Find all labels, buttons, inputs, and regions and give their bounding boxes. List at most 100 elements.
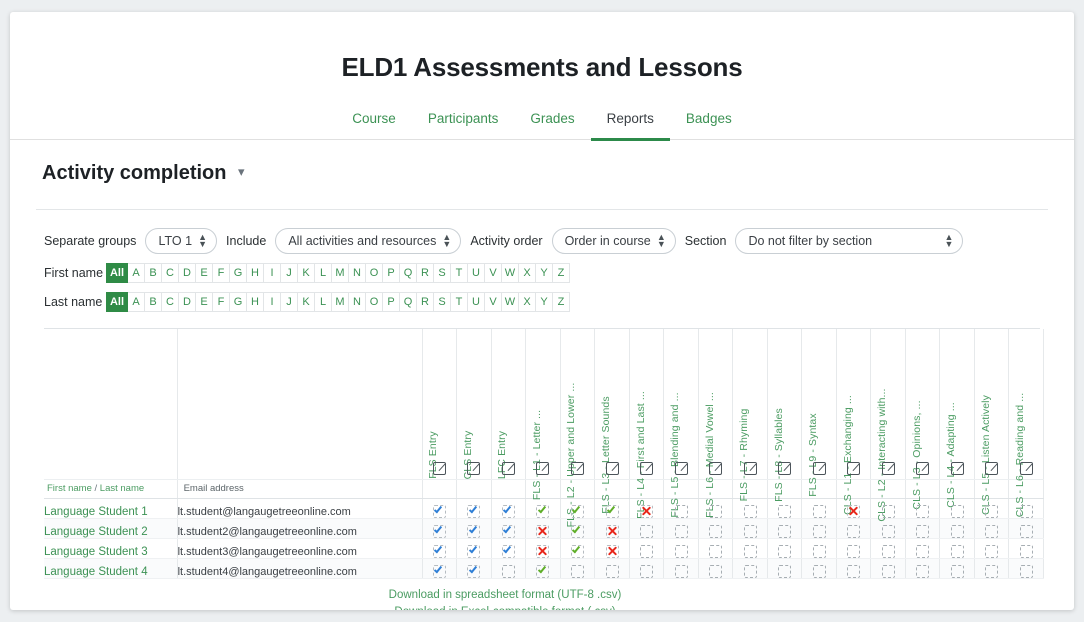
completion-cell[interactable] — [560, 558, 596, 579]
last-name-letter-q[interactable]: Q — [400, 292, 417, 312]
first-name-letter-z[interactable]: Z — [553, 263, 570, 283]
completion-cell[interactable] — [836, 558, 872, 579]
first-name-letter-s[interactable]: S — [434, 263, 451, 283]
completion-cell[interactable] — [870, 558, 906, 579]
first-name-letter-u[interactable]: U — [468, 263, 485, 283]
last-name-letter-h[interactable]: H — [247, 292, 264, 312]
completion-cell[interactable] — [801, 518, 837, 539]
last-name-letter-w[interactable]: W — [502, 292, 519, 312]
last-name-letter-t[interactable]: T — [451, 292, 468, 312]
completion-cell[interactable] — [1008, 558, 1044, 579]
first-name-sort-link[interactable]: First name — [47, 483, 92, 494]
last-name-letter-e[interactable]: E — [196, 292, 213, 312]
separate-groups-select[interactable]: LTO 1 ▲ ▼ — [145, 228, 218, 254]
first-name-letter-b[interactable]: B — [145, 263, 162, 283]
completion-cell[interactable] — [525, 538, 561, 559]
completion-cell[interactable] — [732, 558, 768, 579]
completion-cell[interactable] — [456, 518, 492, 539]
first-name-letter-k[interactable]: K — [298, 263, 315, 283]
first-name-letter-g[interactable]: G — [230, 263, 247, 283]
last-name-letter-x[interactable]: X — [519, 292, 536, 312]
completion-cell[interactable] — [629, 538, 665, 559]
activity-column-header[interactable]: FLS - L8 - Syllables — [767, 329, 803, 501]
completion-cell[interactable] — [905, 558, 941, 579]
first-name-letter-j[interactable]: J — [281, 263, 298, 283]
activity-order-select[interactable]: Order in course ▲ ▼ — [551, 228, 676, 254]
first-name-letter-a[interactable]: A — [128, 263, 145, 283]
tab-participants[interactable]: Participants — [412, 107, 515, 141]
tab-grades[interactable]: Grades — [514, 107, 590, 141]
completion-cell[interactable] — [698, 518, 734, 539]
last-name-letter-m[interactable]: M — [332, 292, 349, 312]
first-name-letter-q[interactable]: Q — [400, 263, 417, 283]
completion-cell[interactable] — [456, 558, 492, 579]
student-name-cell[interactable]: Language Student 4 — [44, 558, 178, 579]
completion-cell[interactable] — [663, 558, 699, 579]
completion-cell[interactable] — [801, 498, 837, 519]
first-name-letter-all[interactable]: All — [106, 263, 128, 283]
completion-cell[interactable] — [836, 538, 872, 559]
last-name-letter-y[interactable]: Y — [536, 292, 553, 312]
chevron-down-icon[interactable]: ▾ — [238, 164, 245, 180]
include-select[interactable]: All activities and resources ▲ ▼ — [275, 228, 462, 254]
activity-column-header[interactable]: FLS - L1 - Letter ... — [525, 329, 561, 500]
activity-column-header[interactable]: CLS - L2 - Interacting with... — [870, 329, 906, 521]
activity-column-header[interactable]: CLS - L5 - Listen Actively — [974, 329, 1010, 514]
completion-cell[interactable] — [974, 518, 1010, 539]
completion-cell[interactable] — [456, 498, 492, 519]
download-spreadsheet-link[interactable]: Download in spreadsheet format (UTF-8 .c… — [44, 587, 966, 604]
last-name-letter-s[interactable]: S — [434, 292, 451, 312]
completion-cell[interactable] — [767, 558, 803, 579]
student-name-cell[interactable]: Language Student 1 — [44, 498, 178, 519]
first-name-letter-l[interactable]: L — [315, 263, 332, 283]
activity-column-header[interactable]: LFC Entry — [491, 329, 527, 480]
first-name-letter-f[interactable]: F — [213, 263, 230, 283]
last-name-letter-g[interactable]: G — [230, 292, 247, 312]
student-name-cell[interactable]: Language Student 3 — [44, 538, 178, 559]
completion-cell[interactable] — [594, 538, 630, 559]
completion-cell[interactable] — [801, 538, 837, 559]
last-name-letter-all[interactable]: All — [106, 292, 128, 312]
download-excel-link[interactable]: Download in Excel-compatible format (.cs… — [44, 604, 966, 611]
tab-course[interactable]: Course — [336, 107, 412, 141]
last-name-letter-f[interactable]: F — [213, 292, 230, 312]
last-name-letter-r[interactable]: R — [417, 292, 434, 312]
last-name-letter-p[interactable]: P — [383, 292, 400, 312]
completion-cell[interactable] — [939, 518, 975, 539]
last-name-letter-c[interactable]: C — [162, 292, 179, 312]
completion-cell[interactable] — [767, 518, 803, 539]
activity-column-header[interactable]: CLS - L4 - Adapting ... — [939, 329, 975, 507]
completion-cell[interactable] — [1008, 518, 1044, 539]
first-name-letter-r[interactable]: R — [417, 263, 434, 283]
activity-column-header[interactable]: FLS - L5 - Blending and ... — [663, 329, 699, 517]
completion-cell[interactable] — [663, 518, 699, 539]
email-column-header[interactable]: Email address — [177, 479, 423, 499]
completion-cell[interactable] — [698, 538, 734, 559]
activity-column-header[interactable]: CLS Entry — [456, 329, 492, 480]
name-column-header[interactable]: First name / Last name — [44, 479, 178, 499]
activity-column-header[interactable]: FLS - L7 - Rhyming — [732, 329, 768, 501]
first-name-letter-v[interactable]: V — [485, 263, 502, 283]
completion-cell[interactable] — [491, 558, 527, 579]
activity-column-header[interactable]: CLS - L6 - Reading and ... — [1008, 329, 1044, 517]
completion-cell[interactable] — [456, 538, 492, 559]
completion-cell[interactable] — [939, 538, 975, 559]
completion-cell[interactable] — [525, 518, 561, 539]
first-name-letter-w[interactable]: W — [502, 263, 519, 283]
activity-column-header[interactable]: FLS - L9 - Syntax — [801, 329, 837, 496]
activity-column-header[interactable]: CLS - L1 - Exchanging ... — [836, 329, 872, 514]
activity-column-header[interactable]: CLS - L3 - Opinions, ... — [905, 329, 941, 509]
completion-cell[interactable] — [491, 538, 527, 559]
completion-cell[interactable] — [905, 538, 941, 559]
completion-cell[interactable] — [491, 518, 527, 539]
first-name-letter-m[interactable]: M — [332, 263, 349, 283]
completion-cell[interactable] — [629, 558, 665, 579]
completion-cell[interactable] — [905, 518, 941, 539]
first-name-letter-c[interactable]: C — [162, 263, 179, 283]
tab-badges[interactable]: Badges — [670, 107, 748, 141]
activity-column-header[interactable]: FLS Entry — [422, 329, 458, 480]
completion-cell[interactable] — [767, 538, 803, 559]
completion-cell[interactable] — [663, 538, 699, 559]
first-name-letter-x[interactable]: X — [519, 263, 536, 283]
first-name-letter-h[interactable]: H — [247, 263, 264, 283]
